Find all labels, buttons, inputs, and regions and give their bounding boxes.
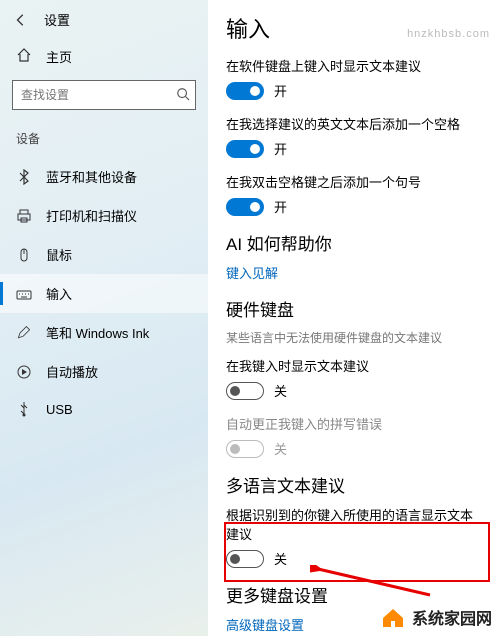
multilang-heading: 多语言文本建议 — [226, 472, 482, 497]
toggle-state-label: 开 — [274, 197, 287, 216]
search-input[interactable] — [12, 80, 196, 110]
toggle-row: 开 — [226, 139, 482, 158]
sidebar-item-mouse[interactable]: 鼠标 — [0, 235, 208, 274]
home-icon — [16, 47, 32, 66]
hw-opt2-label: 自动更正我键入的拼写错误 — [226, 414, 482, 433]
nav-list: 蓝牙和其他设备打印机和扫描仪鼠标输入笔和 Windows Ink 自动播放 USB — [0, 157, 208, 427]
titlebar: 设置 — [0, 6, 208, 39]
sidebar-item-label: USB — [46, 402, 73, 417]
settings-window: 设置 主页 设备 蓝牙和其他设备打印机和扫描仪鼠标输入笔和 Windows In… — [0, 0, 500, 636]
sidebar-item-label: 鼠标 — [46, 245, 72, 264]
option-label: 在我选择建议的英文文本后添加一个空格 — [226, 114, 482, 133]
page-title: 输入 — [226, 12, 482, 44]
autoplay-icon — [16, 364, 32, 380]
sidebar-item-bluetooth[interactable]: 蓝牙和其他设备 — [0, 157, 208, 196]
sidebar-item-printer[interactable]: 打印机和扫描仪 — [0, 196, 208, 235]
option-label: 在软件键盘上键入时显示文本建议 — [226, 56, 482, 75]
toggle-state-label: 开 — [274, 139, 287, 158]
printer-icon — [16, 208, 32, 224]
advanced-keyboard-link[interactable]: 高级键盘设置 — [226, 615, 482, 634]
multilang-toggle-row: 关 — [226, 549, 482, 568]
mouse-icon — [16, 247, 32, 263]
toggle-state-label: 开 — [274, 81, 287, 100]
toggle[interactable] — [226, 140, 264, 158]
toggle-disabled — [226, 440, 264, 458]
hw-heading: 硬件键盘 — [226, 296, 482, 321]
typing-options: 在软件键盘上键入时显示文本建议开在我选择建议的英文文本后添加一个空格开在我双击空… — [226, 56, 482, 216]
sidebar-item-label: 笔和 Windows Ink — [46, 323, 149, 342]
toggle-row: 开 — [226, 197, 482, 216]
sidebar-item-pen[interactable]: 笔和 Windows Ink — [0, 313, 208, 352]
toggle-state-label: 关 — [274, 439, 287, 458]
toggle[interactable] — [226, 198, 264, 216]
search-icon — [176, 87, 190, 104]
toggle-row: 开 — [226, 81, 482, 100]
hw-opt1-toggle-row: 关 — [226, 381, 482, 400]
hw-subtext: 某些语言中无法使用硬件键盘的文本建议 — [226, 329, 482, 346]
sidebar-item-label: 自动播放 — [46, 362, 98, 381]
search-field[interactable] — [21, 88, 176, 102]
sidebar-item-usb[interactable]: USB — [0, 391, 208, 427]
ai-heading: AI 如何帮助你 — [226, 230, 482, 255]
sidebar-item-autoplay[interactable]: 自动播放 — [0, 352, 208, 391]
sidebar-item-label: 打印机和扫描仪 — [46, 206, 137, 225]
back-icon[interactable] — [12, 11, 30, 29]
more-heading: 更多键盘设置 — [226, 582, 482, 607]
home-row[interactable]: 主页 — [0, 39, 208, 80]
hw-opt1-label: 在我键入时显示文本建议 — [226, 356, 482, 375]
toggle[interactable] — [226, 82, 264, 100]
sidebar-item-label: 输入 — [46, 284, 72, 303]
bluetooth-icon — [16, 169, 32, 185]
toggle[interactable] — [226, 382, 264, 400]
toggle-state-label: 关 — [274, 381, 287, 400]
sidebar-item-keyboard[interactable]: 输入 — [0, 274, 208, 313]
toggle[interactable] — [226, 550, 264, 568]
hw-opt2-toggle-row: 关 — [226, 439, 482, 458]
keyboard-icon — [16, 286, 32, 302]
sidebar-section-header: 设备 — [0, 124, 208, 157]
option-label: 在我双击空格键之后添加一个句号 — [226, 172, 482, 191]
multilang-opt-label: 根据识别到的你键入所使用的语言显示文本建议 — [226, 505, 482, 543]
sidebar: 设置 主页 设备 蓝牙和其他设备打印机和扫描仪鼠标输入笔和 Windows In… — [0, 0, 208, 636]
home-label: 主页 — [46, 47, 72, 66]
window-title: 设置 — [44, 10, 70, 29]
sidebar-item-label: 蓝牙和其他设备 — [46, 167, 137, 186]
usb-icon — [16, 401, 32, 417]
pen-icon — [16, 325, 32, 341]
ai-link[interactable]: 键入见解 — [226, 263, 482, 282]
main-content: 输入 在软件键盘上键入时显示文本建议开在我选择建议的英文文本后添加一个空格开在我… — [208, 0, 500, 636]
toggle-state-label: 关 — [274, 549, 287, 568]
